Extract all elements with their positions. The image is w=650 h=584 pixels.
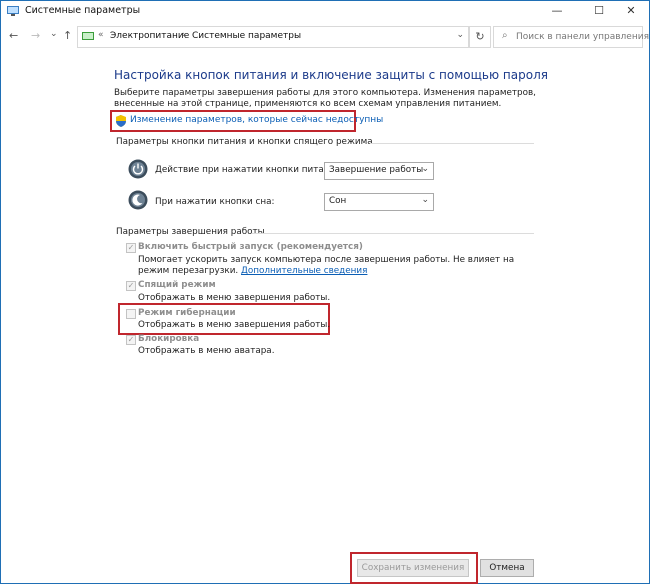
- breadcrumb-system-settings[interactable]: Системные параметры: [192, 31, 301, 41]
- section-divider: [252, 233, 534, 234]
- up-arrow-icon[interactable]: ↑: [63, 29, 72, 42]
- refresh-icon: ↻: [475, 30, 485, 43]
- power-button-action-value: Завершение работы: [329, 165, 424, 175]
- breadcrumb-power-options[interactable]: Электропитание: [110, 31, 189, 41]
- control-panel-icon: [82, 32, 94, 40]
- sleep-button-icon: [128, 190, 148, 210]
- hibernate-checkbox[interactable]: [126, 309, 136, 319]
- save-changes-button[interactable]: Сохранить изменения: [357, 559, 469, 577]
- search-icon: ⌕: [502, 30, 508, 41]
- sleep-button-action-select[interactable]: Сон ⌄: [324, 193, 434, 211]
- sleep-button-action-value: Сон: [329, 196, 347, 206]
- search-input[interactable]: Поиск в панели управления: [516, 32, 649, 42]
- search-box[interactable]: ⌕ Поиск в панели управления: [493, 26, 649, 48]
- control-panel-icon: [7, 6, 19, 16]
- hibernate-label: Режим гибернации: [138, 308, 236, 318]
- breadcrumb-separator-icon: ›: [182, 30, 186, 40]
- uac-link-highlight: Изменение параметров, которые сейчас нед…: [110, 110, 383, 132]
- address-bar[interactable]: « Электропитание › Системные параметры ⌄: [77, 26, 469, 48]
- page-title: Настройка кнопок питания и включение защ…: [114, 68, 548, 82]
- lock-label: Блокировка: [138, 334, 200, 344]
- address-dropdown-icon[interactable]: ⌄: [456, 30, 464, 40]
- title-bar: Системные параметры — ☐ ✕: [1, 1, 649, 21]
- fast-startup-description: Помогает ускорить запуск компьютера посл…: [138, 255, 518, 277]
- close-button[interactable]: ✕: [616, 1, 646, 21]
- footer-bar: [1, 546, 649, 582]
- cancel-button[interactable]: Отмена: [480, 559, 534, 577]
- forward-arrow-icon[interactable]: →: [31, 29, 40, 42]
- power-buttons-section-title: Параметры кнопки питания и кнопки спящег…: [116, 137, 373, 147]
- uac-shield-icon: [116, 115, 126, 127]
- more-info-link[interactable]: Дополнительные сведения: [241, 266, 367, 276]
- power-button-action-select[interactable]: Завершение работы ⌄: [324, 162, 434, 180]
- sleep-label: Спящий режим: [138, 280, 216, 290]
- minimize-button[interactable]: —: [542, 1, 572, 21]
- chevron-down-icon: ⌄: [421, 164, 429, 174]
- navigation-bar: ← → ⌄ ↑ « Электропитание › Системные пар…: [1, 26, 649, 48]
- hibernate-description: Отображать в меню завершения работы.: [138, 320, 331, 330]
- lock-description: Отображать в меню аватара.: [138, 346, 275, 356]
- refresh-button[interactable]: ↻: [469, 26, 491, 48]
- page-description: Выберите параметры завершения работы для…: [114, 88, 536, 109]
- power-button-icon: [128, 159, 148, 179]
- fast-startup-label: Включить быстрый запуск (рекомендуется): [138, 242, 363, 252]
- back-arrow-icon[interactable]: ←: [9, 29, 18, 42]
- fast-startup-checkbox[interactable]: ✓: [126, 243, 136, 253]
- lock-checkbox[interactable]: ✓: [126, 335, 136, 345]
- maximize-button[interactable]: ☐: [584, 1, 614, 21]
- shutdown-settings-section-title: Параметры завершения работы: [116, 227, 265, 237]
- recent-pages-chevron-icon[interactable]: ⌄: [50, 29, 58, 39]
- chevron-down-icon: ⌄: [421, 195, 429, 205]
- sleep-button-action-label: При нажатии кнопки сна:: [155, 197, 275, 207]
- power-button-action-label: Действие при нажатии кнопки питания:: [155, 165, 344, 175]
- sleep-checkbox[interactable]: ✓: [126, 281, 136, 291]
- window-title: Системные параметры: [25, 5, 141, 16]
- breadcrumb-overflow-icon[interactable]: «: [98, 30, 104, 40]
- section-divider: [370, 143, 534, 144]
- change-unavailable-settings-link[interactable]: Изменение параметров, которые сейчас нед…: [130, 115, 383, 125]
